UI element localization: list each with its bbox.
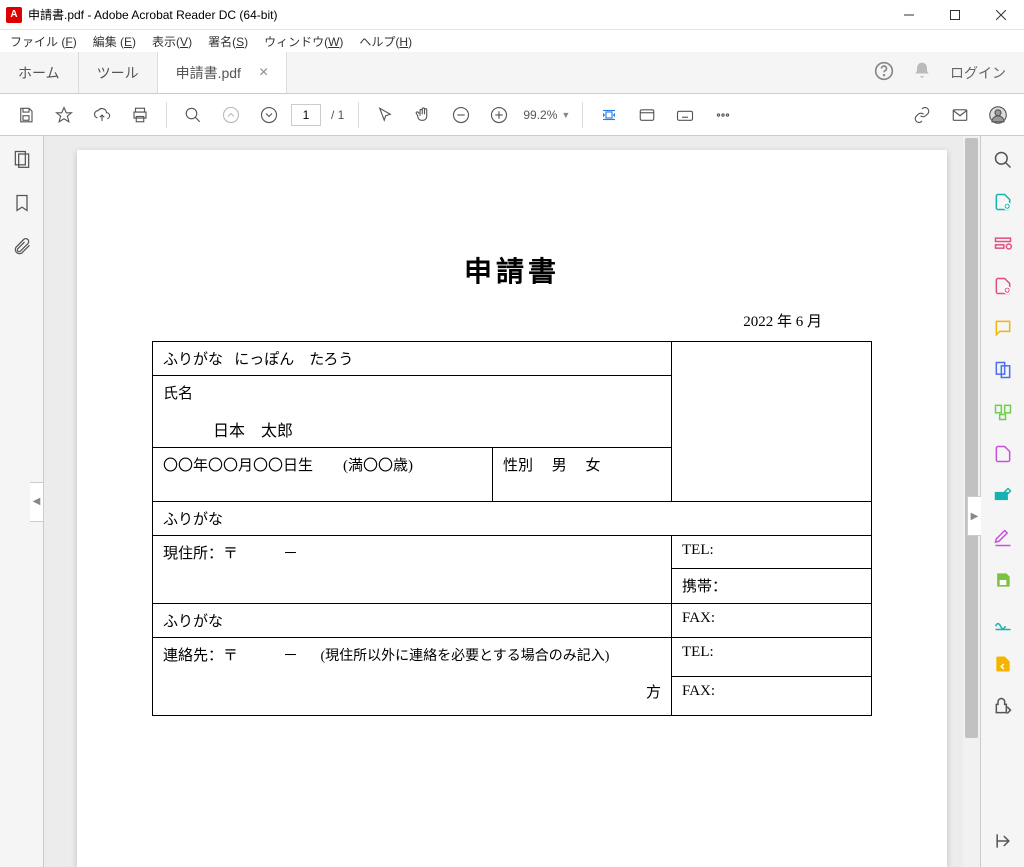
- page-number-input[interactable]: [291, 104, 321, 126]
- application-form-table: ふりがな にっぽん たろう 氏名 日本 太郎 〇〇年〇〇月〇〇日生 (満〇〇歳)…: [152, 341, 872, 716]
- create-pdf-icon[interactable]: [991, 274, 1015, 298]
- maximize-button[interactable]: [932, 0, 978, 30]
- menu-help[interactable]: ヘルプ(H): [355, 31, 416, 52]
- compress-icon[interactable]: [991, 442, 1015, 466]
- tab-tools[interactable]: ツール: [79, 52, 158, 93]
- share-link-icon[interactable]: [906, 99, 938, 131]
- more-tools-icon[interactable]: [991, 694, 1015, 718]
- pdf-page: 申請書 2022 年 6 月 ふりがな にっぽん たろう 氏名 日本 太郎 〇: [77, 150, 947, 867]
- attachments-icon[interactable]: [11, 236, 33, 258]
- tab-document-label: 申請書.pdf: [176, 63, 241, 83]
- gender-cell: 性別 男 女: [493, 448, 672, 502]
- cloud-upload-icon[interactable]: [86, 99, 118, 131]
- window-controls: [886, 0, 1024, 30]
- furigana-cell-3: ふりがな: [153, 604, 672, 638]
- login-button[interactable]: ログイン: [950, 63, 1006, 83]
- email-icon[interactable]: [944, 99, 976, 131]
- fill-sign-icon[interactable]: [991, 526, 1015, 550]
- zoom-in-icon[interactable]: [483, 99, 515, 131]
- export-pdf-icon[interactable]: [991, 190, 1015, 214]
- separator: [358, 102, 359, 128]
- address-cell: 現住所：〒 －: [153, 536, 672, 604]
- doc-date: 2022 年 6 月: [152, 310, 872, 331]
- account-icon[interactable]: [982, 99, 1014, 131]
- tab-document[interactable]: 申請書.pdf ×: [158, 52, 288, 93]
- tab-home[interactable]: ホーム: [0, 52, 79, 93]
- birth-cell: 〇〇年〇〇月〇〇日生 (満〇〇歳): [153, 448, 493, 502]
- menu-file[interactable]: ファイル (F): [6, 31, 81, 52]
- close-button[interactable]: [978, 0, 1024, 30]
- minimize-button[interactable]: [886, 0, 932, 30]
- read-mode-icon[interactable]: [631, 99, 663, 131]
- menu-edit[interactable]: 編集 (E): [89, 31, 140, 52]
- tel-cell-2: TEL:: [672, 638, 872, 677]
- name-cell: 氏名 日本 太郎: [153, 376, 672, 448]
- page-down-icon[interactable]: [253, 99, 285, 131]
- fit-width-icon[interactable]: [593, 99, 625, 131]
- menu-sign[interactable]: 署名(S): [204, 31, 252, 52]
- left-collapse-handle[interactable]: ◀: [30, 482, 44, 522]
- document-viewport[interactable]: 申請書 2022 年 6 月 ふりがな にっぽん たろう 氏名 日本 太郎 〇: [44, 136, 980, 867]
- chevron-down-icon: ▼: [561, 110, 570, 120]
- titlebar: A 申請書.pdf - Adobe Acrobat Reader DC (64-…: [0, 0, 1024, 30]
- protect-icon[interactable]: [991, 568, 1015, 592]
- separator: [582, 102, 583, 128]
- print-icon[interactable]: [124, 99, 156, 131]
- main: ◀ 申請書 2022 年 6 月 ふりがな にっぽん たろう 氏名 日本 太郎: [0, 136, 1024, 867]
- window-title: 申請書.pdf - Adobe Acrobat Reader DC (64-bi…: [28, 6, 277, 23]
- photo-cell: [672, 342, 872, 502]
- organize-pages-icon[interactable]: [991, 400, 1015, 424]
- titlebar-left: A 申請書.pdf - Adobe Acrobat Reader DC (64-…: [6, 6, 277, 23]
- menu-window[interactable]: ウィンドウ(W): [260, 31, 347, 52]
- redact-icon[interactable]: [991, 484, 1015, 508]
- tabbar-right: ログイン: [856, 52, 1024, 93]
- separator: [166, 102, 167, 128]
- star-icon[interactable]: [48, 99, 80, 131]
- furigana-cell-2: ふりがな: [153, 502, 872, 536]
- bell-icon[interactable]: [912, 61, 932, 84]
- search-tool-icon[interactable]: [991, 148, 1015, 172]
- page-up-icon[interactable]: [215, 99, 247, 131]
- left-nav-rail: ◀: [0, 136, 44, 867]
- more-tools-icon[interactable]: [707, 99, 739, 131]
- right-tools-rail: ▶: [980, 136, 1024, 867]
- combine-files-icon[interactable]: [991, 358, 1015, 382]
- help-icon[interactable]: [874, 61, 894, 84]
- search-icon[interactable]: [177, 99, 209, 131]
- mobile-cell: 携帯：: [672, 568, 872, 603]
- tabbar: ホーム ツール 申請書.pdf × ログイン: [0, 52, 1024, 94]
- toolbar: / 1 99.2%▼: [0, 94, 1024, 136]
- keyboard-icon[interactable]: [669, 99, 701, 131]
- convert-icon[interactable]: [991, 652, 1015, 676]
- right-collapse-handle[interactable]: ▶: [967, 496, 981, 536]
- scrollbar-thumb[interactable]: [965, 138, 978, 738]
- menubar: ファイル (F) 編集 (E) 表示(V) 署名(S) ウィンドウ(W) ヘルプ…: [0, 30, 1024, 52]
- contact-cell: 連絡先：〒 － (現住所以外に連絡を必要とする場合のみ記入) 方: [153, 638, 672, 716]
- fax-cell-1: FAX:: [672, 604, 872, 638]
- close-tab-icon[interactable]: ×: [259, 64, 268, 82]
- furigana-cell-1: ふりがな にっぽん たろう: [153, 342, 672, 376]
- edit-pdf-icon[interactable]: [991, 232, 1015, 256]
- doc-title: 申請書: [152, 250, 872, 290]
- comment-icon[interactable]: [991, 316, 1015, 340]
- hand-tool-icon[interactable]: [407, 99, 439, 131]
- request-signatures-icon[interactable]: [991, 610, 1015, 634]
- zoom-level-dropdown[interactable]: 99.2%▼: [521, 108, 572, 122]
- fax-cell-2: FAX:: [672, 677, 872, 716]
- app-icon: A: [6, 7, 22, 23]
- thumbnails-icon[interactable]: [11, 148, 33, 170]
- bookmarks-icon[interactable]: [11, 192, 33, 214]
- expand-rail-icon[interactable]: [991, 829, 1015, 853]
- zoom-out-icon[interactable]: [445, 99, 477, 131]
- tel-cell-1: TEL:: [672, 536, 872, 569]
- save-icon[interactable]: [10, 99, 42, 131]
- page-total-label: / 1: [327, 108, 348, 122]
- select-tool-icon[interactable]: [369, 99, 401, 131]
- menu-view[interactable]: 表示(V): [148, 31, 196, 52]
